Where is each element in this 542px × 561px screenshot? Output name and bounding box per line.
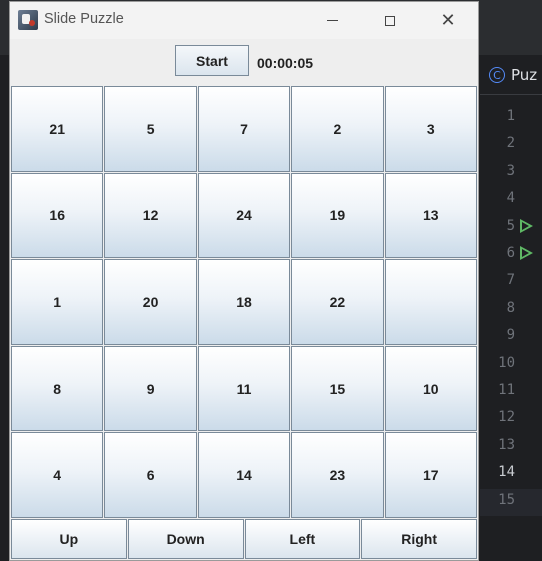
maximize-button[interactable] [367,5,413,36]
puzzle-board: 21 5 7 2 3 16 12 24 19 13 1 20 18 22 8 9 11 15 10 4 6 14 23 17 [10,86,478,518]
puzzle-tile[interactable]: 2 [291,86,384,172]
line-number: 4 [506,190,515,207]
puzzle-tile[interactable]: 22 [291,259,384,345]
title-bar: Slide Puzzle ✕ [10,2,478,39]
puzzle-tile[interactable]: 18 [197,259,291,345]
timer-display: 00:00:05 [257,55,314,71]
puzzle-tile[interactable]: 4 [11,432,104,518]
line-number: 12 [498,409,515,426]
puzzle-tile[interactable]: 21 [11,86,104,172]
maximize-icon [385,15,395,26]
line-number: 14 [498,464,515,481]
line-number: 8 [506,299,515,316]
puzzle-tile[interactable]: 8 [11,345,104,432]
ide-tab-label: Puz [511,66,538,84]
line-number: 10 [498,354,515,371]
puzzle-tile[interactable]: 11 [197,345,291,432]
slide-puzzle-window: Slide Puzzle ✕ Start 00:00:05 21 5 7 2 3 16 12… [9,1,479,561]
puzzle-tile[interactable]: 3 [384,86,477,172]
puzzle-tile[interactable]: 15 [291,345,384,432]
start-button[interactable]: Start [175,45,249,76]
window-title: Slide Puzzle [44,11,124,27]
run-gutter-icon[interactable] [520,246,533,260]
close-icon: ✕ [440,10,456,31]
puzzle-tile[interactable]: 7 [197,86,291,172]
left-button[interactable]: Left [244,519,361,559]
minimize-icon [326,20,338,21]
puzzle-tile[interactable]: 10 [384,345,477,432]
down-button[interactable]: Down [127,519,244,559]
line-number: 13 [498,436,515,453]
ide-editor-tab[interactable]: C Puz [489,66,537,84]
right-button[interactable]: Right [361,519,477,559]
puzzle-tile[interactable]: 12 [104,172,197,259]
line-number: 15 [498,491,515,508]
puzzle-tile[interactable]: 24 [197,172,291,259]
puzzle-tile[interactable]: 6 [104,432,197,518]
puzzle-tile-empty[interactable] [384,259,477,345]
class-c-icon: C [489,67,505,83]
line-number: 6 [506,245,515,261]
puzzle-tile[interactable]: 13 [384,172,477,259]
line-number: 7 [506,272,515,289]
line-number: 5 [506,217,515,234]
line-number: 2 [506,135,515,152]
minimize-button[interactable] [309,5,355,36]
line-number: 3 [506,162,515,179]
puzzle-tile[interactable]: 5 [104,86,197,172]
puzzle-tile[interactable]: 17 [384,432,477,518]
line-number: 9 [506,327,515,344]
up-button[interactable]: Up [11,519,127,559]
puzzle-tile[interactable]: 23 [291,432,384,518]
direction-controls: Up Down Left Right [10,519,478,559]
puzzle-app-icon [18,10,38,30]
line-number: 1 [506,108,515,124]
puzzle-tile[interactable]: 19 [291,172,384,259]
puzzle-tile[interactable]: 9 [104,345,197,432]
puzzle-tile[interactable]: 20 [104,259,197,345]
toolbar: Start 00:00:05 [10,39,478,85]
close-button[interactable]: ✕ [425,5,471,36]
line-number: 11 [498,382,515,398]
puzzle-tile[interactable]: 16 [11,172,104,259]
puzzle-tile[interactable]: 1 [11,259,104,345]
run-gutter-icon[interactable] [520,219,533,233]
puzzle-tile[interactable]: 14 [197,432,291,518]
